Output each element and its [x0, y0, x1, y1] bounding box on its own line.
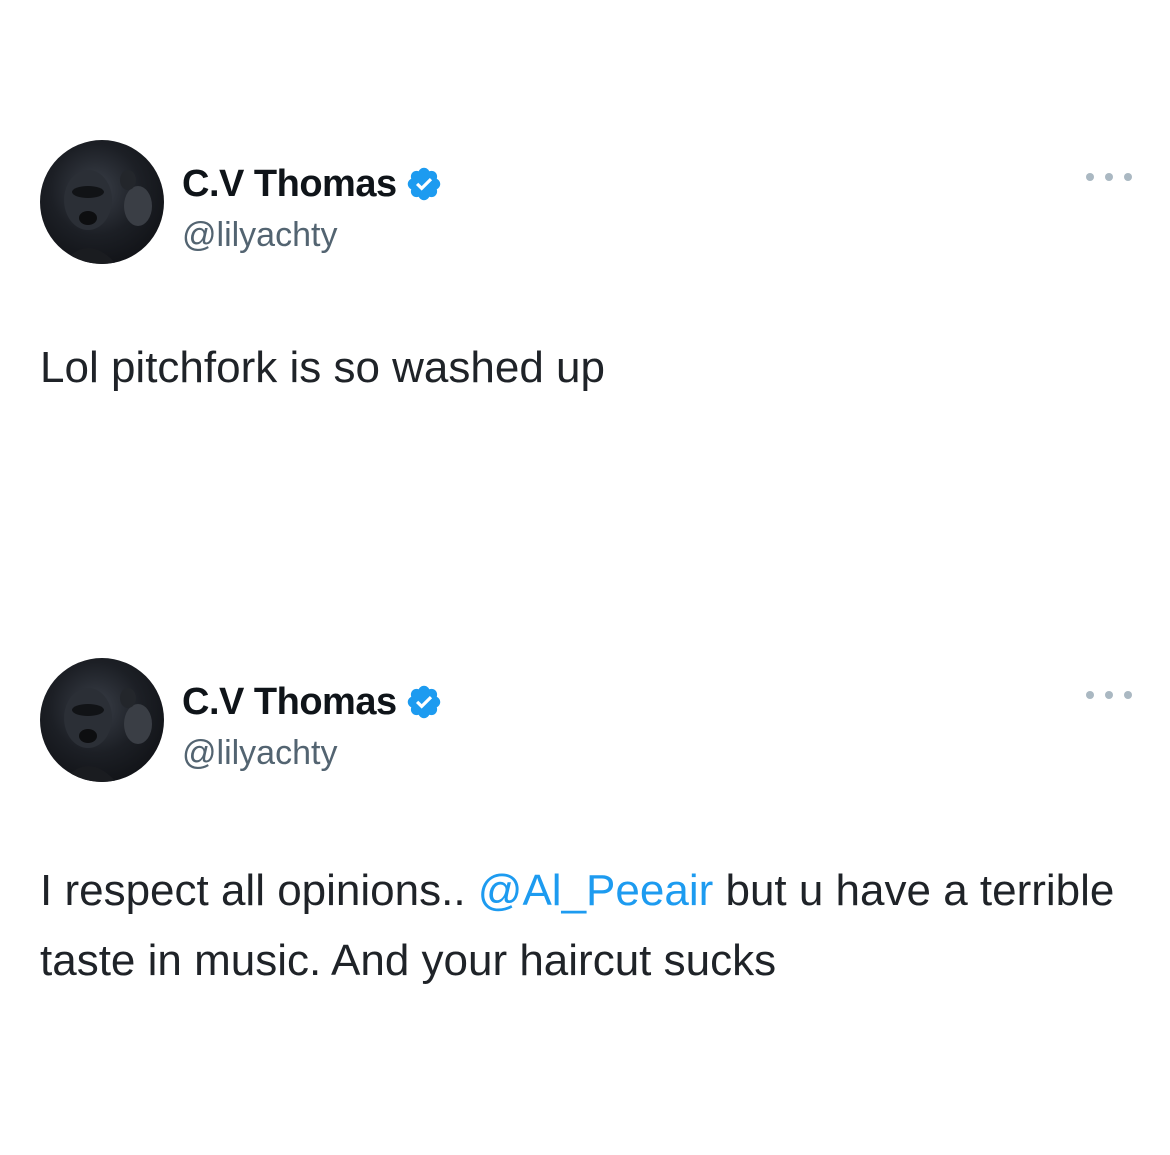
- mention-link[interactable]: @Al_Peeair: [478, 866, 713, 915]
- handle[interactable]: @lilyachty: [182, 734, 337, 773]
- author-name-row[interactable]: C.V Thomas: [182, 160, 443, 208]
- avatar-image: [62, 688, 152, 782]
- more-options-icon[interactable]: [1086, 688, 1132, 702]
- more-options-icon[interactable]: [1086, 170, 1132, 184]
- avatar-image: [62, 170, 152, 264]
- avatar[interactable]: [40, 140, 164, 264]
- tweet-text-before: I respect all opinions..: [40, 866, 478, 915]
- tweet-text: Lol pitchfork is so washed up: [40, 343, 605, 392]
- tweet-text: I respect all opinions.. @Al_Peeair but …: [40, 856, 1130, 996]
- display-name[interactable]: C.V Thomas: [182, 163, 397, 206]
- author-name-row[interactable]: C.V Thomas: [182, 678, 443, 726]
- handle[interactable]: @lilyachty: [182, 216, 337, 255]
- verified-badge-icon: [405, 165, 443, 203]
- display-name[interactable]: C.V Thomas: [182, 681, 397, 724]
- verified-badge-icon: [405, 683, 443, 721]
- avatar[interactable]: [40, 658, 164, 782]
